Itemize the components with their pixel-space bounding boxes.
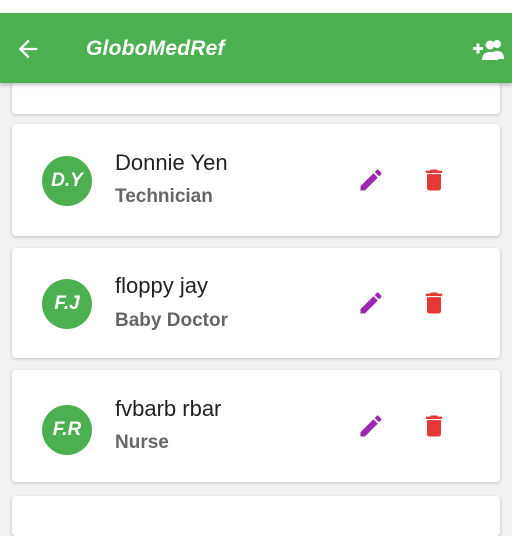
- add-person-icon: [473, 40, 504, 60]
- delete-button[interactable]: [420, 166, 448, 194]
- trash-delete-icon: [425, 169, 443, 191]
- pencil-edit-icon: [360, 292, 382, 314]
- pencil-edit-icon: [360, 415, 382, 437]
- app-bar: GloboMedRef: [0, 13, 512, 83]
- staff-card-partial[interactable]: [12, 496, 500, 536]
- pencil-edit-icon: [360, 169, 382, 191]
- staff-name: Donnie Yen: [115, 150, 228, 175]
- add-user-button[interactable]: [470, 37, 506, 63]
- avatar: F.J: [42, 279, 92, 329]
- arrow-back-icon: [18, 39, 38, 59]
- staff-role: Technician: [115, 186, 213, 207]
- staff-name: floppy jay: [115, 273, 208, 298]
- staff-card[interactable]: D.Y Donnie Yen Technician: [12, 124, 500, 236]
- staff-card[interactable]: F.R fvbarb rbar Nurse: [12, 370, 500, 482]
- back-button[interactable]: [14, 35, 42, 63]
- staff-card[interactable]: F.J floppy jay Baby Doctor: [12, 248, 500, 358]
- trash-delete-icon: [425, 415, 443, 437]
- avatar: D.Y: [42, 156, 92, 206]
- status-bar-area: [0, 0, 512, 13]
- edit-button[interactable]: [357, 166, 385, 194]
- avatar: F.R: [42, 405, 92, 455]
- edit-button[interactable]: [357, 412, 385, 440]
- edit-button[interactable]: [357, 289, 385, 317]
- staff-name: fvbarb rbar: [115, 396, 222, 421]
- trash-delete-icon: [425, 292, 443, 314]
- delete-button[interactable]: [420, 412, 448, 440]
- staff-role: Baby Doctor: [115, 310, 228, 331]
- app-title: GloboMedRef: [86, 37, 225, 60]
- staff-role: Nurse: [115, 432, 169, 453]
- delete-button[interactable]: [420, 289, 448, 317]
